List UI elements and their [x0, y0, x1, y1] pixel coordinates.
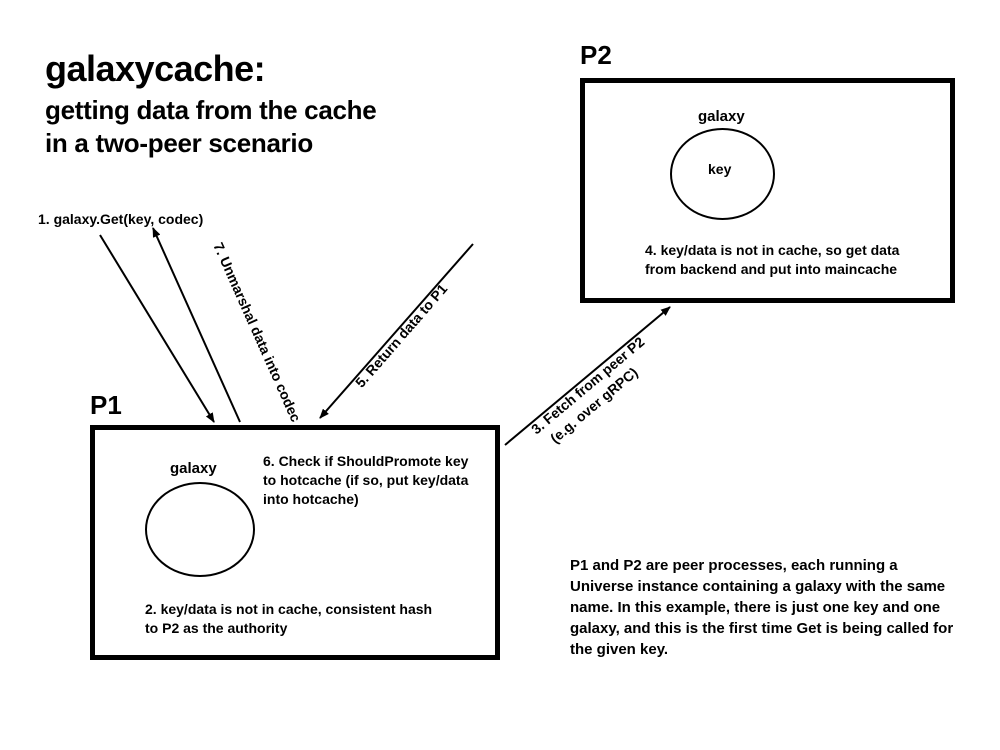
- p2-galaxy-label: galaxy: [698, 108, 745, 125]
- p1-internal-note: 6. Check if ShouldPromote key to hotcach…: [263, 452, 478, 509]
- p2-key-label: key: [708, 161, 731, 177]
- p2-box: galaxy key 4. key/data is not in cache, …: [580, 78, 955, 303]
- subtitle-line-2: in a two-peer scenario: [45, 128, 313, 158]
- diagram-title: galaxycache:: [45, 48, 265, 90]
- step-1-label: 1. galaxy.Get(key, codec): [38, 210, 203, 229]
- p1-box: galaxy 6. Check if ShouldPromote key to …: [90, 425, 500, 660]
- diagram-subtitle: getting data from the cache in a two-pee…: [45, 94, 376, 159]
- description-text: P1 and P2 are peer processes, each runni…: [570, 555, 960, 660]
- p1-galaxy-label: galaxy: [170, 460, 217, 477]
- step-7-label: 7. Unmarshal data into codec: [210, 240, 304, 424]
- subtitle-line-1: getting data from the cache: [45, 95, 376, 125]
- p1-label: P1: [90, 390, 122, 421]
- p1-bottom-note: 2. key/data is not in cache, consistent …: [145, 600, 445, 638]
- step-5-label: 5. Return data to P1: [352, 281, 450, 391]
- p1-galaxy-circle: [145, 482, 255, 577]
- p2-label: P2: [580, 40, 612, 71]
- p2-note: 4. key/data is not in cache, so get data…: [645, 241, 925, 279]
